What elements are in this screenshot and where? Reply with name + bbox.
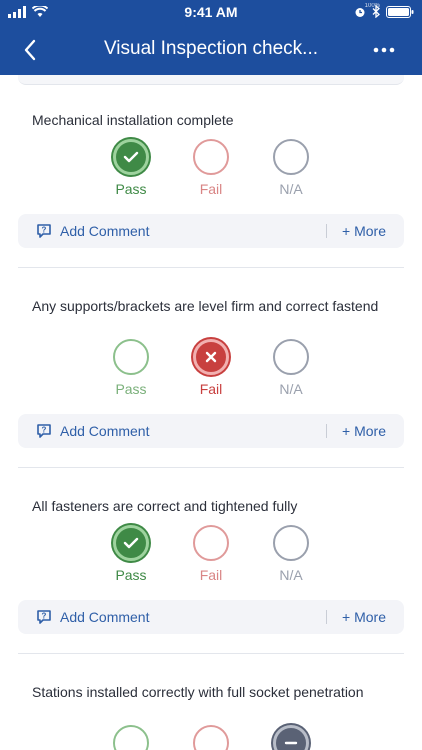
question-text: All fasteners are correct and tightened …	[32, 498, 298, 514]
back-button[interactable]	[16, 36, 44, 64]
add-comment-button[interactable]: ? Add Comment	[36, 600, 149, 634]
empty-circle-icon	[273, 339, 309, 375]
nav-bar: Visual Inspection check...	[0, 30, 422, 70]
divider	[326, 610, 327, 624]
na-option[interactable]	[261, 725, 321, 750]
status-bar: 9:41 AM 100%	[0, 0, 422, 24]
na-option[interactable]: N/A	[261, 139, 321, 197]
item-action-bar: ? Add Comment + More	[18, 414, 404, 448]
empty-circle-icon	[193, 139, 229, 175]
empty-circle-icon	[113, 339, 149, 375]
app-header: 9:41 AM 100% Visual Inspection check...	[0, 0, 422, 75]
empty-circle-icon	[113, 725, 149, 750]
comment-icon: ?	[37, 224, 51, 238]
battery-icon	[386, 5, 414, 23]
empty-circle-icon	[273, 525, 309, 561]
na-label: N/A	[279, 381, 303, 397]
na-option[interactable]: N/A	[261, 339, 321, 397]
question-text: Mechanical installation complete	[32, 112, 234, 128]
more-button[interactable]: + More	[342, 414, 386, 448]
close-icon	[193, 339, 229, 375]
comment-icon: ?	[37, 610, 51, 624]
more-options-button[interactable]	[370, 36, 398, 64]
page-title: Visual Inspection check...	[103, 38, 319, 59]
svg-text:?: ?	[42, 226, 47, 235]
divider	[326, 424, 327, 438]
question-text: Stations installed correctly with full s…	[32, 684, 364, 700]
more-button[interactable]: + More	[342, 600, 386, 634]
item-separator	[18, 467, 404, 468]
check-icon	[113, 139, 149, 175]
fail-option[interactable]: Fail	[181, 139, 241, 197]
chevron-left-icon	[24, 39, 36, 61]
battery-percent: 100%	[364, 3, 380, 9]
fail-option[interactable]: Fail	[181, 339, 241, 397]
ellipsis-icon	[373, 47, 395, 53]
pass-option[interactable]: Pass	[101, 139, 161, 197]
add-comment-label: Add Comment	[60, 223, 150, 239]
item-separator	[18, 653, 404, 654]
item-action-bar: ? Add Comment + More	[18, 214, 404, 248]
add-comment-label: Add Comment	[60, 609, 150, 625]
minus-icon	[273, 725, 309, 750]
fail-label: Fail	[199, 381, 223, 397]
pass-option[interactable]: Pass	[101, 525, 161, 583]
comment-icon: ?	[37, 424, 51, 438]
item-separator	[18, 267, 404, 268]
pass-label: Pass	[115, 181, 147, 197]
pass-option[interactable]: Pass	[101, 339, 161, 397]
previous-item-edge	[18, 75, 404, 85]
fail-option[interactable]	[181, 725, 241, 750]
empty-circle-icon	[193, 725, 229, 750]
check-icon	[113, 525, 149, 561]
divider	[326, 224, 327, 238]
add-comment-button[interactable]: ? Add Comment	[36, 414, 149, 448]
na-option[interactable]: N/A	[261, 525, 321, 583]
na-label: N/A	[279, 567, 303, 583]
pass-option[interactable]	[101, 725, 161, 750]
fail-option[interactable]: Fail	[181, 525, 241, 583]
checklist-content: Mechanical installation complete Pass Fa…	[0, 75, 422, 750]
na-label: N/A	[279, 181, 303, 197]
more-button[interactable]: + More	[342, 214, 386, 248]
status-right: 100%	[354, 3, 414, 23]
add-comment-button[interactable]: ? Add Comment	[36, 214, 149, 248]
svg-text:?: ?	[42, 426, 47, 435]
item-action-bar: ? Add Comment + More	[18, 600, 404, 634]
add-comment-label: Add Comment	[60, 423, 150, 439]
question-text: Any supports/brackets are level firm and…	[32, 298, 379, 314]
fail-label: Fail	[199, 567, 223, 583]
fail-label: Fail	[199, 181, 223, 197]
empty-circle-icon	[273, 139, 309, 175]
pass-label: Pass	[115, 381, 147, 397]
pass-label: Pass	[115, 567, 147, 583]
empty-circle-icon	[193, 525, 229, 561]
svg-text:?: ?	[42, 612, 47, 621]
